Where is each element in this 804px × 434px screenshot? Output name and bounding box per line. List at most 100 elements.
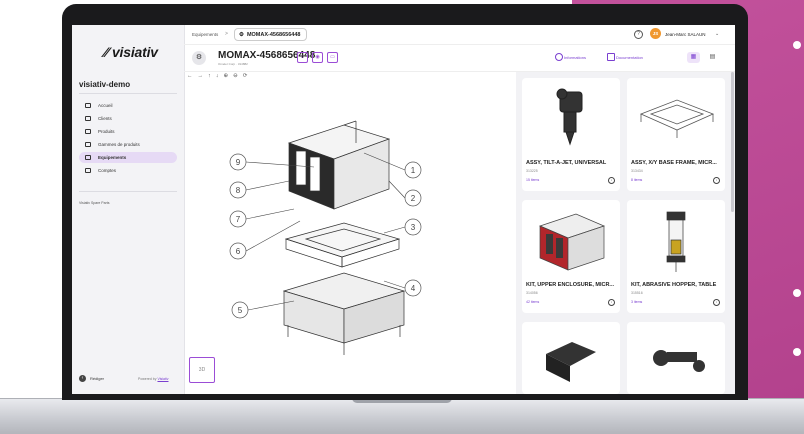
app-logo[interactable]: ⁄⁄ visiativ [104, 44, 158, 60]
callout-label: 4 [411, 284, 416, 293]
sidebar-item-produits[interactable]: Produits [79, 126, 177, 137]
breadcrumb-root[interactable]: Equipements [192, 32, 218, 37]
part-title: ASSY, TILT-A-JET, UNIVERSAL [526, 160, 607, 166]
documentation-link[interactable]: Documentation [616, 55, 643, 60]
decor-dot [793, 348, 801, 356]
decor-dot [793, 41, 801, 49]
part-card[interactable]: KIT, ABRASIVE HOPPER, TABLE 315516 3 ite… [627, 200, 725, 313]
part-code: 314056 [526, 291, 538, 295]
part-title: ASSY, X/Y BASE FRAME, MICR... [631, 160, 717, 166]
part-items-link[interactable]: 3 items [631, 300, 642, 304]
arrow-up-icon[interactable]: ↑ [208, 73, 211, 79]
callout-label: 6 [236, 247, 241, 256]
divider [79, 93, 177, 94]
sidebar: ⁄⁄ visiativ visiativ-demo Accueil Client… [72, 25, 185, 394]
exploded-view-drawing[interactable]: 9 8 7 6 5 1 2 3 4 [184, 81, 516, 394]
powered-by: Powered by Visiativ [138, 377, 169, 381]
info-icon[interactable]: i [713, 299, 720, 306]
viewer-minimap[interactable]: 3D [189, 357, 215, 383]
avatar[interactable]: JS [650, 28, 661, 39]
sidebar-nav: Accueil Clients Produits Gammes de produ… [79, 100, 177, 178]
sidebar-item-label: Produits [98, 129, 115, 134]
grid-view-icon[interactable]: ▦ [687, 52, 700, 63]
part-title: KIT, ABRASIVE HOPPER, TABLE [631, 282, 717, 288]
informations-link[interactable]: Informations [564, 55, 586, 60]
arrow-right-icon[interactable]: → [198, 73, 204, 79]
part-title: KIT, UPPER ENCLOSURE, MICR... [526, 282, 615, 288]
folder-icon[interactable]: ▭ [327, 52, 338, 63]
back-label: Rédiger [90, 376, 105, 381]
part-card[interactable]: ASSY, X/Y BASE FRAME, MICR... 313434 8 i… [627, 78, 725, 191]
powered-link[interactable]: Visiativ [157, 377, 168, 381]
callout-label: 7 [236, 215, 241, 224]
arrow-down-icon[interactable]: ↓ [216, 73, 219, 79]
part-image [556, 88, 583, 146]
info-icon[interactable]: i [713, 177, 720, 184]
chevron-down-icon[interactable]: ⌄ [715, 31, 719, 37]
laptop-base [0, 398, 804, 434]
viewer-toolbar: ← → ↑ ↓ ⊕ ⊖ ⟳ [187, 73, 247, 79]
part-image [539, 213, 605, 271]
reset-icon[interactable]: ⟳ [243, 73, 248, 79]
part-items-link[interactable]: 42 items [526, 300, 539, 304]
range-icon [85, 142, 91, 147]
help-icon[interactable]: ? [634, 30, 643, 39]
info-icon[interactable]: i [608, 299, 615, 306]
back-button[interactable]: ‹ Rédiger [79, 375, 104, 382]
zoom-out-icon[interactable]: ⊖ [233, 73, 238, 79]
breadcrumb-current[interactable]: ⚙ MOMAX-4568656448 [234, 28, 308, 41]
part-card[interactable]: KIT, UPPER ENCLOSURE, MICR... 314056 42 … [522, 200, 620, 313]
sidebar-item-label: Equipements [98, 155, 127, 160]
clients-icon [85, 116, 91, 121]
part-card[interactable] [522, 322, 620, 394]
divider [79, 191, 177, 192]
part-image [666, 211, 686, 272]
back-arrow-icon: ‹ [79, 375, 86, 382]
info-icon[interactable]: i [608, 177, 615, 184]
part-code: 313225 [526, 169, 538, 173]
part-image [546, 342, 596, 382]
callout-label: 5 [238, 306, 243, 315]
equipment-icon [85, 155, 91, 160]
sidebar-item-label: Clients [98, 116, 112, 121]
part-image [639, 99, 715, 138]
sidebar-footer-text: Visiativ Spare Parts [79, 201, 110, 205]
scrollbar[interactable] [731, 72, 734, 212]
powered-prefix: Powered by [138, 377, 157, 381]
page-subtitle: Omeler Corp · 314882 [218, 62, 248, 66]
zoom-in-icon[interactable]: ⊕ [224, 73, 229, 79]
tenant-name: visiativ-demo [79, 80, 131, 89]
part-items-link[interactable]: 8 items [631, 178, 642, 182]
callout-label: 2 [411, 194, 416, 203]
part-code: 315516 [631, 291, 643, 295]
sidebar-item-accueil[interactable]: Accueil [79, 100, 177, 111]
decor-dot [793, 289, 801, 297]
equipment-thumbnail: ⚙ [192, 51, 206, 65]
info-icon [555, 53, 563, 61]
callout-label: 8 [236, 186, 241, 195]
list-view-icon[interactable]: ▤ [706, 52, 719, 63]
app-screen: ⁄⁄ visiativ visiativ-demo Accueil Client… [72, 25, 735, 394]
callout-label: 1 [411, 166, 416, 175]
sidebar-item-clients[interactable]: Clients [79, 113, 177, 124]
eye-icon[interactable]: ◉ [312, 52, 323, 63]
sidebar-item-gammes[interactable]: Gammes de produits [79, 139, 177, 150]
part-card[interactable]: ASSY, TILT-A-JET, UNIVERSAL 313225 15 it… [522, 78, 620, 191]
part-image [653, 350, 705, 372]
user-name[interactable]: Jean-Marc SALAUN [665, 32, 706, 37]
part-items-link[interactable]: 15 items [526, 178, 539, 182]
accounts-icon [85, 168, 91, 173]
home-icon [85, 103, 91, 108]
part-card[interactable] [627, 322, 725, 394]
arrow-left-icon[interactable]: ← [187, 73, 193, 79]
sidebar-item-label: Accueil [98, 103, 113, 108]
sidebar-item-equipements[interactable]: Equipements [79, 152, 177, 163]
lock-icon[interactable]: ⌂ [297, 52, 308, 63]
parts-panel: ASSY, TILT-A-JET, UNIVERSAL 313225 15 it… [516, 72, 735, 394]
product-icon [85, 129, 91, 134]
equipment-icon: ⚙ [239, 31, 244, 38]
sidebar-item-comptes[interactable]: Comptes [79, 165, 177, 176]
sidebar-item-label: Gammes de produits [98, 142, 140, 147]
callout-label: 3 [411, 223, 416, 232]
breadcrumb-separator: > [225, 31, 228, 37]
